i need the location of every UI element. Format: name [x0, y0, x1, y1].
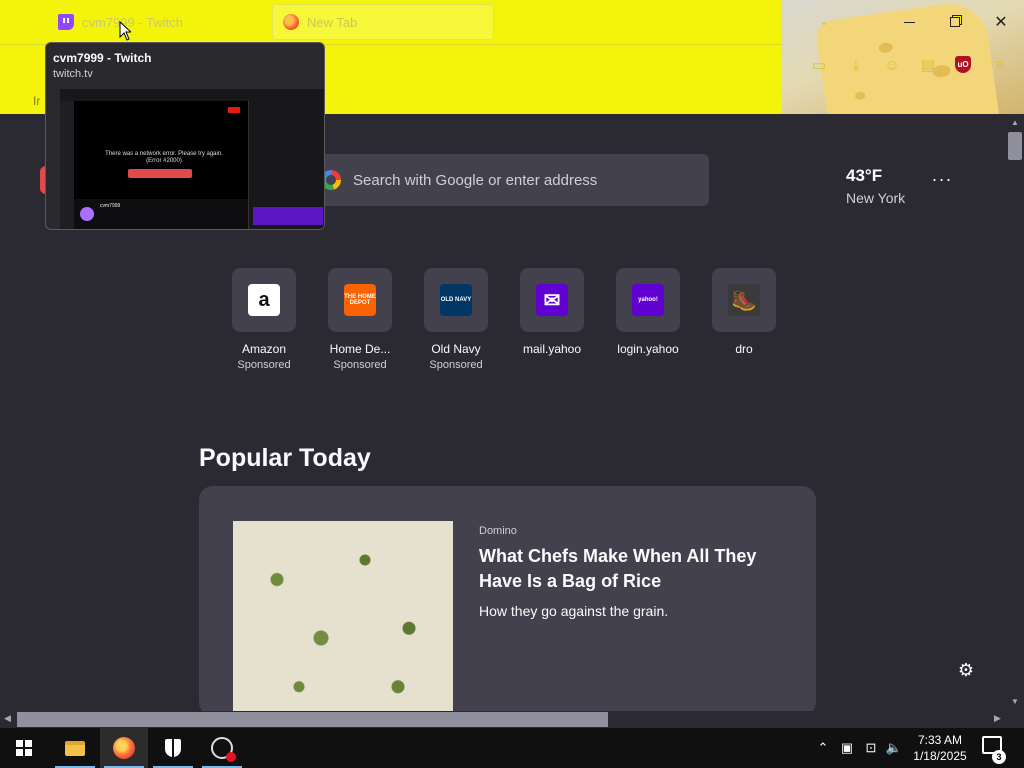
shortcut-tile[interactable]: 🥾 dro: [696, 268, 792, 359]
list-all-tabs-chevron-icon[interactable]: ⌄: [816, 14, 832, 30]
restore-button[interactable]: [932, 8, 978, 36]
scrollbar-thumb[interactable]: [17, 712, 608, 727]
shortcut-logo-icon: OLD NAVY: [440, 284, 472, 316]
shortcut-tile-box[interactable]: a: [232, 268, 296, 332]
extensions-icon[interactable]: ▤: [919, 56, 937, 74]
toolbar-right: [782, 44, 1024, 114]
shortcut-logo-icon: 🥾: [728, 284, 760, 316]
preview-title: cvm7999 - Twitch: [53, 51, 152, 65]
shortcut-logo-icon: THE HOME DEPOT: [344, 284, 376, 316]
horizontal-scrollbar[interactable]: ◀ ▶: [0, 711, 1006, 728]
mouse-cursor-icon: [119, 21, 131, 41]
shortcut-sponsored-label: Sponsored: [429, 359, 483, 371]
story-image: [233, 521, 453, 716]
shortcut-tile-box[interactable]: 🥾: [712, 268, 776, 332]
shortcut-label: Home De...: [329, 342, 391, 356]
taskbar-security[interactable]: [149, 728, 197, 768]
close-button[interactable]: ✕: [978, 8, 1024, 36]
downloads-icon[interactable]: ⤓: [847, 56, 865, 74]
system-clock[interactable]: 7:33 AM 1/18/2025: [905, 732, 975, 764]
gear-icon[interactable]: ⚙: [956, 660, 976, 680]
show-hidden-icons-chevron-icon[interactable]: ⌃: [814, 728, 832, 768]
taskbar-file-explorer[interactable]: [51, 728, 99, 768]
network-icon[interactable]: ⊡: [861, 728, 881, 768]
tab-twitch[interactable]: cvm7999 - Twitch: [48, 4, 268, 40]
weather-widget[interactable]: 43°F New York: [846, 166, 905, 206]
tab-new-tab[interactable]: New Tab: [272, 4, 494, 40]
story-source: Domino: [479, 525, 517, 537]
shortcut-label: dro: [735, 342, 753, 356]
windows-icon: [16, 740, 32, 756]
obs-icon: [211, 737, 236, 762]
story-card[interactable]: Domino What Chefs Make When All They Hav…: [199, 486, 816, 716]
volume-icon[interactable]: 🔈: [884, 728, 904, 768]
weather-more-icon[interactable]: ···: [930, 170, 954, 194]
ublock-origin-icon[interactable]: uO: [955, 56, 971, 73]
scroll-left-icon[interactable]: ◀: [4, 713, 11, 724]
clock-date: 1/18/2025: [913, 749, 967, 763]
search-input[interactable]: [353, 171, 693, 189]
taskbar-firefox[interactable]: [100, 728, 148, 768]
shortcut-tile[interactable]: OLD NAVY Old Navy Sponsored: [408, 268, 504, 371]
firefox-icon: [113, 737, 135, 759]
shortcut-label: mail.yahoo: [522, 342, 582, 356]
taskbar-obs[interactable]: [198, 728, 246, 768]
shortcut-tile[interactable]: a Amazon Sponsored: [216, 268, 312, 371]
start-button[interactable]: [0, 728, 48, 768]
notification-count-badge: 3: [992, 750, 1006, 764]
shortcut-logo-icon: a: [248, 284, 280, 316]
shortcut-sponsored-label: Sponsored: [333, 359, 387, 371]
taskbar: ⌃ ▣ ⊡ 🔈 7:33 AM 1/18/2025 3: [0, 728, 1024, 768]
shortcut-tile[interactable]: THE HOME DEPOT Home De... Sponsored: [312, 268, 408, 371]
shortcut-tile-box[interactable]: yahoo!: [616, 268, 680, 332]
story-headline[interactable]: What Chefs Make When All They Have Is a …: [479, 544, 779, 594]
shortcut-label: Old Navy: [431, 342, 481, 356]
preview-channel-name: cvm7999: [100, 203, 121, 209]
scroll-down-icon[interactable]: ▼: [1011, 697, 1019, 706]
search-box[interactable]: [305, 154, 709, 206]
scrollbar-thumb[interactable]: [1008, 132, 1022, 160]
scroll-up-icon[interactable]: ▲: [1011, 118, 1019, 127]
avatar: [80, 207, 94, 221]
folder-icon: [65, 740, 85, 756]
shortcut-label: Amazon: [241, 342, 287, 356]
preview-thumbnail: There was a network error. Please try ag…: [60, 89, 324, 229]
shortcut-logo-icon: yahoo!: [632, 284, 664, 316]
story-excerpt: How they go against the grain.: [479, 603, 669, 619]
shield-icon: [165, 739, 181, 757]
bookmark-item[interactable]: Ir: [33, 94, 40, 108]
shortcut-tile[interactable]: ✉ mail.yahoo: [504, 268, 600, 359]
shortcut-sponsored-label: Sponsored: [237, 359, 291, 371]
close-icon: ✕: [994, 14, 1008, 31]
clock-time: 7:33 AM: [917, 733, 963, 747]
restore-icon: [950, 17, 960, 27]
weather-temperature: 43°F: [846, 166, 883, 185]
shortcut-tile[interactable]: yahoo! login.yahoo: [600, 268, 696, 359]
twitch-icon: [58, 14, 74, 30]
tab-title: cvm7999 - Twitch: [82, 14, 183, 30]
preview-error-text: There was a network error. Please try ag…: [105, 151, 223, 164]
weather-location: New York: [846, 190, 906, 206]
minimize-button[interactable]: [886, 8, 932, 36]
preview-url: twitch.tv: [53, 68, 93, 80]
pocket-icon[interactable]: ▭: [810, 56, 828, 74]
menu-hamburger-icon[interactable]: ≡: [991, 56, 1009, 74]
firefox-icon: [283, 14, 299, 30]
popular-today-heading: Popular Today: [199, 444, 371, 472]
shortcut-tile-box[interactable]: OLD NAVY: [424, 268, 488, 332]
shortcut-tile-box[interactable]: ✉: [520, 268, 584, 332]
shortcut-tile-box[interactable]: THE HOME DEPOT: [328, 268, 392, 332]
meet-now-icon[interactable]: ▣: [838, 728, 856, 768]
minimize-icon: [903, 21, 915, 23]
account-icon[interactable]: ☺: [883, 56, 901, 74]
tab-hover-preview: cvm7999 - Twitch twitch.tv There was a n…: [45, 42, 325, 230]
shortcut-logo-icon: ✉: [536, 284, 568, 316]
tab-title: New Tab: [307, 14, 358, 30]
vertical-scrollbar[interactable]: ▲ ▼: [1006, 114, 1024, 712]
scroll-right-icon[interactable]: ▶: [994, 713, 1001, 724]
shortcut-label: login.yahoo: [617, 342, 679, 356]
